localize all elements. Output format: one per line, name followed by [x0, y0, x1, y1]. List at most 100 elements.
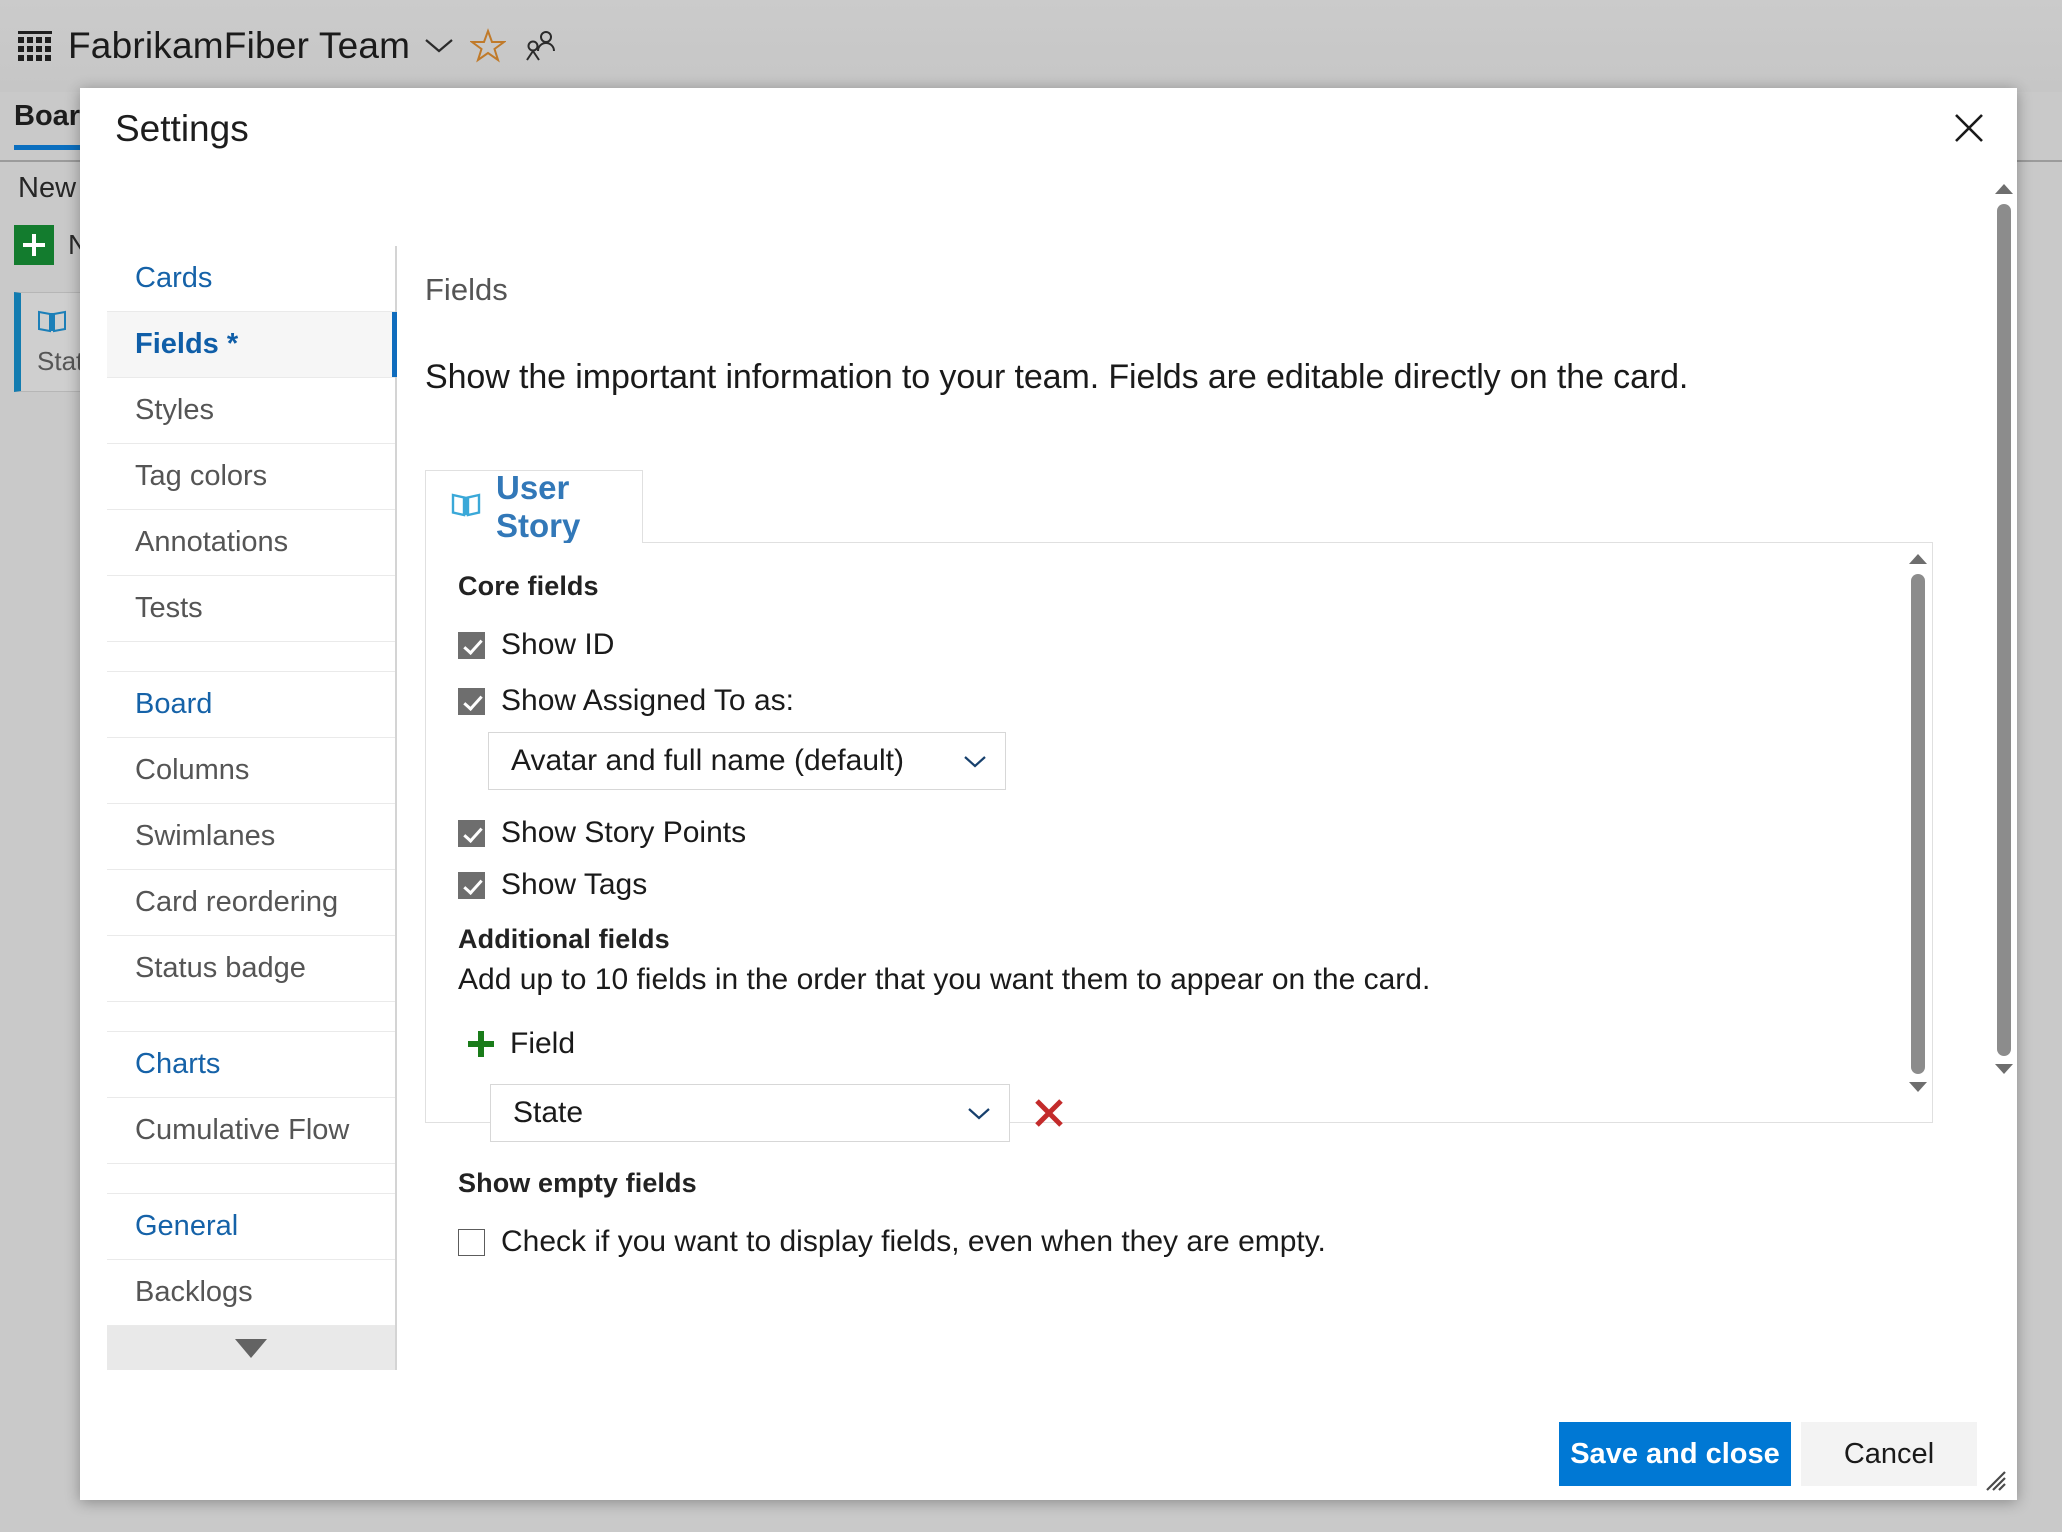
scroll-up-arrow-icon[interactable] — [1991, 176, 2017, 202]
sidebar-group-gap — [107, 1002, 395, 1032]
show-assigned-to-row[interactable]: Show Assigned To as: — [458, 684, 1858, 718]
sidebar-item-label: Backlogs — [135, 1276, 253, 1308]
sidebar-item-cumulative-flow[interactable]: Cumulative Flow — [107, 1098, 395, 1164]
book-icon — [37, 309, 67, 333]
sidebar-item-backlogs[interactable]: Backlogs — [107, 1260, 395, 1326]
sidebar-group-general: General Backlogs — [107, 1194, 395, 1326]
assigned-to-display-value: Avatar and full name (default) — [511, 744, 905, 777]
settings-sidebar: Cards Fields * Styles Tag colors Annotat… — [107, 246, 397, 1370]
sidebar-item-label: Columns — [135, 754, 250, 786]
additional-field-row: State — [490, 1084, 1858, 1142]
sidebar-item-label: Card reordering — [135, 886, 339, 918]
show-story-points-checkbox[interactable] — [458, 819, 485, 847]
sidebar-item-label: Swimlanes — [135, 820, 276, 852]
sidebar-item-label: Tests — [135, 592, 203, 624]
add-field-label: Field — [510, 1027, 576, 1060]
show-story-points-label: Show Story Points — [501, 816, 747, 849]
sidebar-item-swimlanes[interactable]: Swimlanes — [107, 804, 395, 870]
sidebar-group-title-cards[interactable]: Cards — [107, 246, 395, 312]
core-fields-label: Core fields — [458, 571, 599, 601]
sidebar-scroll-down-button[interactable] — [107, 1326, 395, 1370]
page-title: Fields — [425, 272, 508, 307]
sidebar-group-title-general[interactable]: General — [107, 1194, 395, 1260]
fields-panel-scrollbar-thumb[interactable] — [1911, 574, 1925, 1074]
sidebar-item-label: Fields * — [135, 328, 239, 360]
dialog-scrollbar-thumb[interactable] — [1997, 204, 2011, 1056]
additional-field-value: State — [513, 1096, 584, 1129]
scroll-down-arrow-icon[interactable] — [1906, 1074, 1930, 1100]
show-empty-fields-label: Show empty fields — [458, 1168, 697, 1198]
show-assigned-to-checkbox[interactable] — [458, 687, 485, 715]
add-field-button[interactable]: Field — [468, 1027, 575, 1061]
show-empty-fields-row[interactable]: Check if you want to display fields, eve… — [458, 1225, 1858, 1259]
favorite-star-icon[interactable] — [469, 28, 508, 64]
resize-grip-icon[interactable] — [1981, 1466, 2007, 1492]
scroll-up-arrow-icon[interactable] — [1906, 546, 1930, 572]
triangle-down-icon — [235, 1338, 267, 1358]
sidebar-group-title-board[interactable]: Board — [107, 672, 395, 738]
sidebar-item-tests[interactable]: Tests — [107, 576, 395, 642]
show-empty-fields-checkbox[interactable] — [458, 1228, 485, 1256]
tab-user-story[interactable]: User Story — [425, 469, 643, 544]
plus-icon — [468, 1031, 494, 1057]
sidebar-item-columns[interactable]: Columns — [107, 738, 395, 804]
remove-field-icon[interactable] — [1032, 1096, 1066, 1130]
show-assigned-to-label: Show Assigned To as: — [501, 684, 794, 717]
panel-description: Show the important information to your t… — [425, 358, 1689, 396]
additional-fields-description: Add up to 10 fields in the order that yo… — [458, 963, 1431, 996]
sidebar-item-status-badge[interactable]: Status badge — [107, 936, 395, 1002]
tab-label: User Story — [496, 469, 581, 544]
chevron-down-icon[interactable] — [424, 31, 454, 62]
sidebar-group-title-charts[interactable]: Charts — [107, 1032, 395, 1098]
work-item-type-tabs: User Story — [425, 469, 1933, 544]
additional-fields-label: Additional fields — [458, 924, 670, 954]
close-icon[interactable] — [1947, 106, 1991, 150]
save-and-close-button[interactable]: Save and close — [1559, 1422, 1791, 1486]
cancel-button[interactable]: Cancel — [1801, 1422, 1977, 1486]
fields-settings-panel: Fields Show the important information to… — [425, 176, 1985, 1408]
show-id-row[interactable]: Show ID — [458, 628, 1858, 662]
show-story-points-row[interactable]: Show Story Points — [458, 816, 1858, 850]
show-id-label: Show ID — [501, 628, 615, 661]
fields-panel-scrollbar[interactable] — [1906, 546, 1930, 1119]
sidebar-item-styles[interactable]: Styles — [107, 378, 395, 444]
show-tags-label: Show Tags — [501, 868, 648, 901]
dialog-footer: Save and close Cancel — [80, 1408, 2017, 1500]
sidebar-group-board: Board Columns Swimlanes Card reordering … — [107, 672, 395, 1002]
sidebar-item-label: Styles — [135, 394, 214, 426]
settings-dialog: Settings Cards Fields * Styles Tag color… — [80, 88, 2017, 1500]
scroll-down-arrow-icon[interactable] — [1991, 1056, 2017, 1082]
board-column-header-new: New — [18, 172, 77, 204]
book-icon — [450, 492, 482, 523]
sidebar-group-charts: Charts Cumulative Flow — [107, 1032, 395, 1164]
sidebar-item-label: Annotations — [135, 526, 289, 558]
sidebar-item-tag-colors[interactable]: Tag colors — [107, 444, 395, 510]
dialog-body: Cards Fields * Styles Tag colors Annotat… — [80, 176, 2017, 1408]
sidebar-group-gap — [107, 642, 395, 672]
additional-field-select[interactable]: State — [490, 1084, 1010, 1142]
dialog-title: Settings — [115, 108, 249, 149]
fields-content-box: Core fields Show ID Show Assigned To as:… — [425, 543, 1933, 1258]
chevron-down-icon — [963, 755, 986, 768]
dialog-scrollbar[interactable] — [1991, 176, 2017, 1108]
app-topbar: FabrikamFiber Team — [0, 0, 2062, 92]
sidebar-group-cards: Cards Fields * Styles Tag colors Annotat… — [107, 246, 397, 642]
show-tags-checkbox[interactable] — [458, 871, 485, 899]
dialog-header: Settings — [80, 88, 2017, 176]
sidebar-item-annotations[interactable]: Annotations — [107, 510, 395, 576]
sidebar-item-fields[interactable]: Fields * — [107, 312, 397, 378]
sidebar-item-label: Cumulative Flow — [135, 1114, 350, 1146]
sidebar-group-gap — [107, 1164, 395, 1194]
team-project-icon — [18, 31, 52, 61]
team-members-icon[interactable] — [522, 29, 556, 63]
show-tags-row[interactable]: Show Tags — [458, 868, 1858, 902]
plus-icon — [14, 225, 54, 265]
sidebar-item-card-reordering[interactable]: Card reordering — [107, 870, 395, 936]
assigned-to-display-select[interactable]: Avatar and full name (default) — [488, 732, 1006, 790]
sidebar-item-label: Tag colors — [135, 460, 268, 492]
chevron-down-icon — [967, 1107, 990, 1120]
team-name: FabrikamFiber Team — [68, 25, 411, 66]
show-empty-fields-checkbox-label: Check if you want to display fields, eve… — [501, 1225, 1326, 1258]
show-id-checkbox[interactable] — [458, 631, 485, 659]
sidebar-item-label: Status badge — [135, 952, 306, 984]
